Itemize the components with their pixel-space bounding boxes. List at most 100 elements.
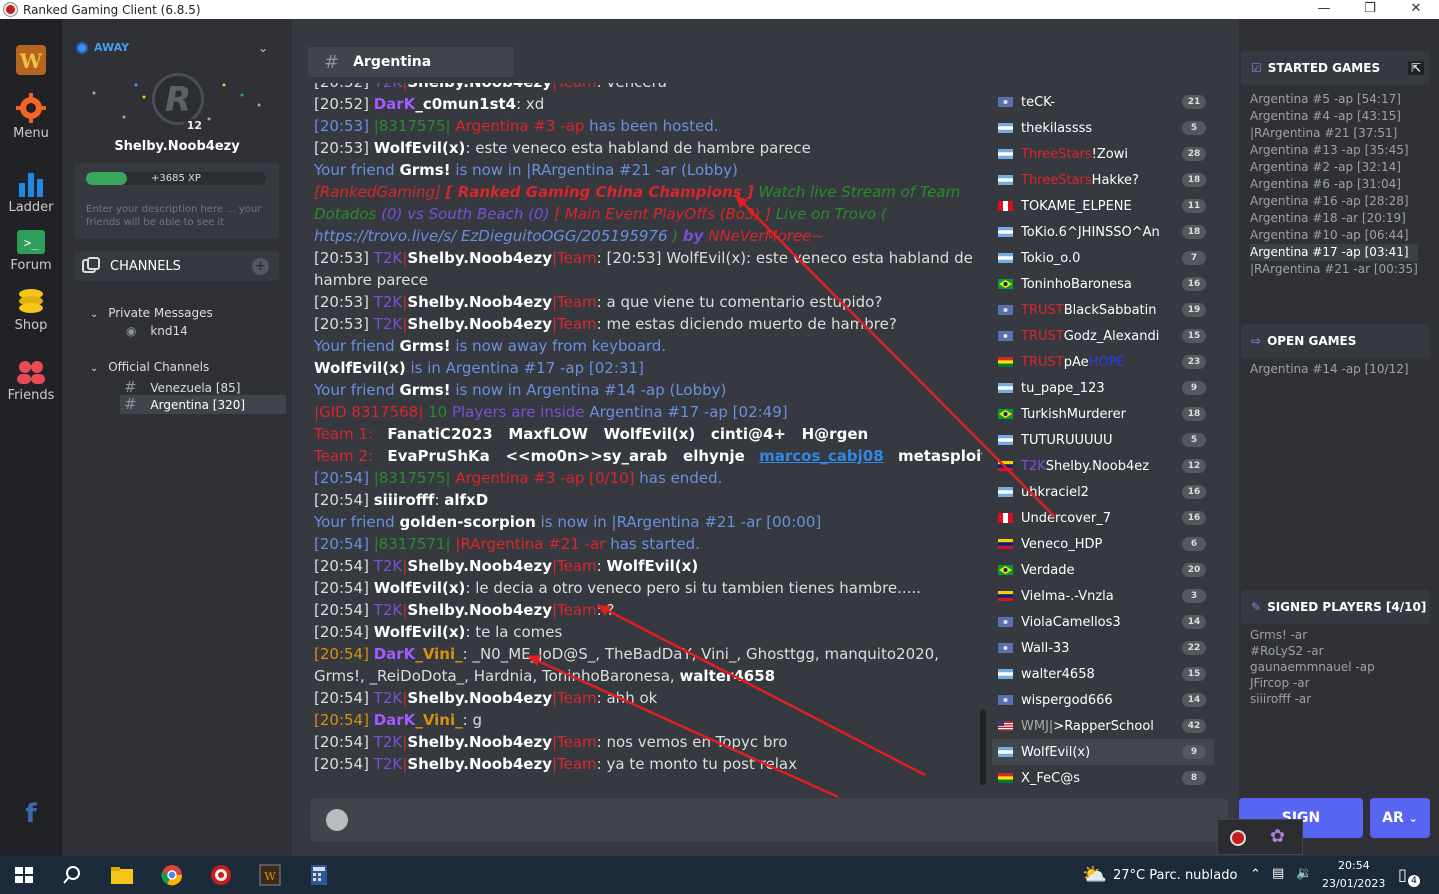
avatar[interactable]: R 12 [152, 73, 205, 132]
official-channels-group[interactable]: ⌄ Official Channels [90, 360, 209, 374]
feather-tray-icon[interactable]: ✿ [1270, 826, 1285, 847]
nav-ladder[interactable]: Ladder [0, 169, 62, 215]
user-list-item[interactable]: teCK- 21 [992, 89, 1214, 115]
user-list-item[interactable]: ThreeStars!Zowi 28 [992, 141, 1214, 167]
started-game-item[interactable]: Argentina #5 -ap [54:17] [1250, 91, 1418, 108]
user-list-item[interactable]: tu_pape_123 9 [992, 375, 1214, 401]
signed-players-title: SIGNED PLAYERS [4/10] [1267, 600, 1427, 614]
message-list: [20:52] T2K|Shelby.Noob4ezy|Team: vencer… [314, 83, 982, 793]
user-list-item[interactable]: TRUSTGodz_Alexandi 15 [992, 323, 1214, 349]
started-game-item[interactable]: Argentina #10 -ap [06:44] [1250, 227, 1418, 244]
weather-text[interactable]: 27°C Parc. nublado [1113, 868, 1237, 883]
search-icon[interactable] [60, 864, 84, 886]
region-dropdown[interactable]: AR ⌄ [1370, 798, 1430, 838]
volume-icon[interactable]: 🔉 [1296, 866, 1312, 881]
user-level-badge: 15 [1182, 667, 1206, 681]
started-game-item[interactable]: Argentina #13 -ap [35:45] [1250, 142, 1418, 159]
user-list-item[interactable]: thekilassss 5 [992, 115, 1214, 141]
user-list-item[interactable]: TUTURUUUUU 5 [992, 427, 1214, 453]
minimize-button[interactable]: — [1301, 0, 1347, 19]
started-game-item[interactable]: Argentina #6 -ap [31:04] [1250, 176, 1418, 193]
user-list-item[interactable]: X_FeC@s 8 [992, 765, 1214, 789]
nav-menu-label: Menu [13, 126, 49, 141]
private-messages-group[interactable]: ⌄ Private Messages [90, 306, 213, 320]
edit-icon: ✎ [1251, 600, 1262, 614]
channel-item-argentina[interactable]: # Argentina [320] [120, 395, 286, 414]
user-list-item[interactable]: TOKAME_ELPENE 11 [992, 193, 1214, 219]
message-input[interactable] [310, 798, 1228, 842]
user-list-item[interactable]: Verdade 20 [992, 557, 1214, 583]
flag-icon [998, 123, 1013, 133]
svg-text:W: W [264, 870, 276, 883]
wc3-logo[interactable]: W [0, 43, 62, 80]
folder-icon[interactable] [110, 864, 134, 886]
user-list-item[interactable]: walter4658 15 [992, 661, 1214, 687]
chevron-down-icon[interactable]: ⌄ [258, 41, 268, 55]
user-name: TRUSTGodz_Alexandi [1021, 328, 1160, 344]
private-group-label: Private Messages [108, 306, 213, 320]
network-icon[interactable]: ▤ [1272, 866, 1284, 881]
flag-icon [998, 383, 1013, 393]
chat-message: |GID 8317568| 10 Players are inside Arge… [314, 403, 788, 421]
user-list-item[interactable]: Wall-33 22 [992, 635, 1214, 661]
flag-icon [998, 669, 1013, 679]
started-game-item[interactable]: Argentina #17 -ap [03:41] [1250, 244, 1418, 261]
channel-tab[interactable]: # Argentina [308, 47, 514, 77]
pm-item[interactable]: ◉ knd14 [126, 324, 188, 338]
user-list-item[interactable]: wispergod666 14 [992, 687, 1214, 713]
notification-icon[interactable]: ▯ [1398, 865, 1407, 884]
started-game-item[interactable]: Argentina #16 -ap [28:28] [1250, 193, 1418, 210]
warcraft-taskbar-icon[interactable]: W [258, 864, 282, 886]
user-list-item[interactable]: TRUSTpAeHOPE 23 [992, 349, 1214, 375]
user-list-item[interactable]: ViolaCamellos3 14 [992, 609, 1214, 635]
maximize-button[interactable]: ❐ [1347, 0, 1393, 19]
status-selector[interactable]: AWAY ⌄ [76, 41, 268, 55]
user-name: Tokio_o.0 [1021, 250, 1081, 266]
expand-icon[interactable]: ⇱ [1407, 61, 1424, 75]
clock-date[interactable]: 23/01/2023 [1322, 877, 1385, 890]
description-input[interactable]: Enter your description here ... your fri… [86, 203, 266, 229]
started-game-item[interactable]: Argentina #18 -ar [20:19] [1250, 210, 1418, 227]
user-list-item[interactable]: Vielma-.-Vnzla 3 [992, 583, 1214, 609]
user-list-item[interactable]: TurkishMurderer 18 [992, 401, 1214, 427]
channel-item-venezuela[interactable]: # Venezuela [85] [124, 378, 240, 396]
started-game-item[interactable]: Argentina #2 -ap [32:14] [1250, 159, 1418, 176]
nav-menu[interactable]: Menu [0, 93, 62, 141]
nav-shop[interactable]: Shop [0, 287, 62, 333]
facebook-link[interactable]: f [0, 799, 62, 829]
user-name: thekilassss [1021, 120, 1093, 136]
user-list-item[interactable]: Undercover_7 16 [992, 505, 1214, 531]
clock-time[interactable]: 20:54 [1338, 859, 1370, 872]
chat-bubble-icon: ◉ [126, 324, 137, 338]
user-list-item[interactable]: TRUSTBlackSabbatin 19 [992, 297, 1214, 323]
windows-start-icon[interactable] [12, 864, 36, 886]
started-game-item[interactable]: Argentina #4 -ap [43:15] [1250, 108, 1418, 125]
user-name: teCK- [1021, 94, 1056, 110]
user-list-item[interactable]: Tokio_o.0 7 [992, 245, 1214, 271]
chat-scrollbar[interactable] [980, 709, 986, 785]
user-list-item[interactable]: WolfEvil(x) 9 [992, 739, 1214, 765]
calculator-icon[interactable] [307, 864, 331, 886]
user-list-item[interactable]: WMJ|>RapperSchool 42 [992, 713, 1214, 739]
user-list-item[interactable]: ThreeStarsHakke? 18 [992, 167, 1214, 193]
user-list-item[interactable]: uhkraciel2 16 [992, 479, 1214, 505]
started-game-item[interactable]: |RArgentina #21 [37:51] [1250, 125, 1418, 142]
chrome-icon[interactable] [160, 864, 184, 886]
nav-friends[interactable]: Friends [0, 359, 62, 403]
signed-players-list: Grms! -ar #RoLyS2 -ar gaunaemmnauel -ap JFi… [1250, 627, 1375, 707]
nav-forum[interactable]: >_ Forum [0, 229, 62, 273]
rgc-tray-icon[interactable] [1230, 830, 1246, 846]
close-button[interactable]: ✕ [1393, 0, 1439, 19]
user-list-item[interactable]: ToKio.6^JHINSSO^An 18 [992, 219, 1214, 245]
user-list-item[interactable]: ToninhoBaronesa 16 [992, 271, 1214, 297]
chevron-up-icon[interactable]: ⌃ [1250, 867, 1261, 882]
started-game-item[interactable]: |RArgentina #21 -ar [00:35] [1250, 261, 1418, 278]
emoji-icon[interactable] [326, 809, 348, 831]
chevron-down-icon: ⌄ [1408, 812, 1418, 825]
open-game-item[interactable]: Argentina #14 -ap [10/12] [1250, 361, 1409, 378]
user-list-item[interactable]: T2KShelby.Noob4ez 12 [992, 453, 1214, 479]
add-channel-button[interactable]: + [252, 257, 269, 275]
rgc-taskbar-icon[interactable] [209, 864, 233, 886]
avatar-logo-icon: R [165, 80, 192, 120]
user-list-item[interactable]: Veneco_HDP 6 [992, 531, 1214, 557]
